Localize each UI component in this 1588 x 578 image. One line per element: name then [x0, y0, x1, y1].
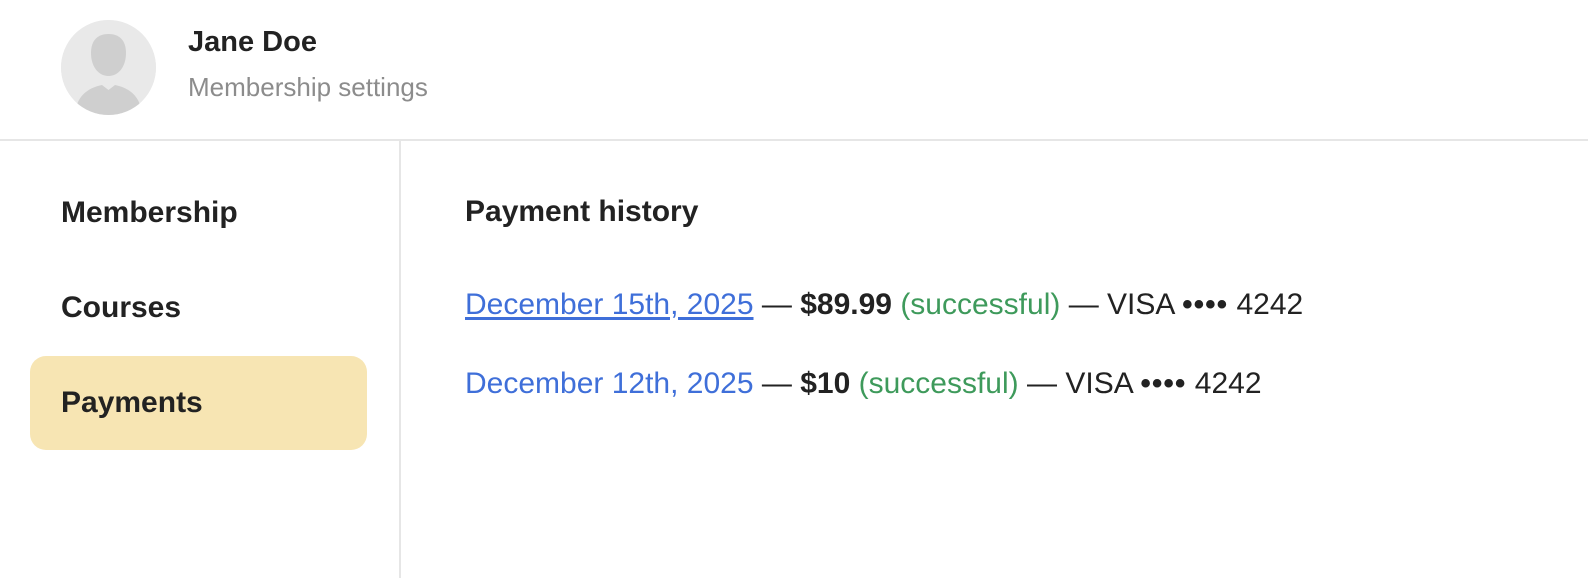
page-subtitle: Membership settings: [188, 72, 428, 102]
payment-amount: $10: [800, 367, 851, 400]
payment-row: December 12th, 2025 — $10 (successful) —…: [465, 367, 1262, 401]
user-name: Jane Doe: [188, 26, 317, 58]
sidebar-item-courses[interactable]: Courses: [30, 261, 367, 355]
sidebar-item-label: Membership: [61, 196, 238, 229]
card-mask: ••••: [1140, 367, 1187, 400]
sidebar-item-payments[interactable]: Payments: [30, 356, 367, 450]
payment-history-panel: Payment history December 15th, 2025 — $8…: [465, 141, 1588, 578]
payment-status: (successful): [900, 288, 1061, 321]
sidebar-item-label: Payments: [61, 386, 203, 419]
payment-status: (successful): [858, 367, 1019, 400]
settings-sidebar: Membership Courses Payments: [0, 141, 401, 578]
card-last4: 4242: [1236, 288, 1304, 321]
separator: —: [1027, 367, 1057, 400]
separator: —: [1068, 288, 1099, 321]
card-last4: 4242: [1194, 367, 1262, 400]
card-brand: VISA: [1065, 367, 1133, 400]
payment-amount: $89.99: [800, 288, 892, 321]
profile-header: Jane Doe Membership settings: [0, 0, 1588, 141]
payment-date-link[interactable]: December 12th, 2025: [465, 367, 754, 400]
payment-row: December 15th, 2025 — $89.99 (successful…: [465, 288, 1303, 322]
sidebar-item-label: Courses: [61, 291, 182, 324]
user-avatar-icon: [61, 20, 156, 115]
card-brand: VISA: [1107, 288, 1174, 321]
separator: —: [761, 367, 792, 400]
payment-date-link[interactable]: December 15th, 2025: [465, 288, 754, 321]
sidebar-item-membership[interactable]: Membership: [30, 166, 367, 260]
section-title: Payment history: [465, 195, 699, 228]
separator: —: [761, 288, 792, 321]
card-mask: ••••: [1182, 288, 1229, 321]
